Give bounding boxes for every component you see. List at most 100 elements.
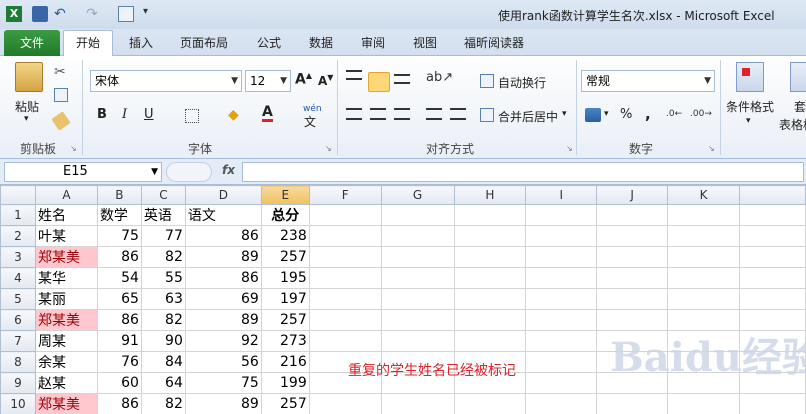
tab-page-layout[interactable]: 页面布局 (176, 33, 232, 56)
percent-button[interactable]: % (620, 107, 632, 122)
cell-e[interactable]: 197 (260, 288, 310, 311)
cell-empty[interactable] (596, 225, 669, 248)
cell-empty[interactable] (667, 204, 741, 227)
cell-d[interactable]: 86 (184, 225, 262, 248)
conditional-formatting-button[interactable]: 条件格式 (726, 98, 774, 115)
column-header-j[interactable]: J (596, 185, 669, 206)
cell-empty[interactable] (525, 309, 598, 332)
row-header[interactable]: 4 (0, 267, 36, 290)
cell-empty[interactable] (739, 288, 806, 311)
cell-d[interactable]: 75 (184, 372, 262, 395)
column-header-h[interactable]: H (453, 185, 527, 206)
cell-empty[interactable] (380, 309, 455, 332)
cell-e[interactable]: 199 (260, 372, 310, 395)
cell-empty[interactable] (596, 246, 669, 269)
cell-c[interactable]: 84 (140, 351, 186, 374)
column-header-b[interactable]: B (96, 185, 142, 206)
cell-empty[interactable] (596, 393, 669, 414)
column-header-d[interactable]: D (184, 185, 262, 206)
row-header[interactable]: 7 (0, 330, 36, 353)
accounting-icon[interactable] (585, 108, 601, 122)
cell-a[interactable]: 郑某美 (34, 246, 98, 269)
formula-buttons[interactable] (166, 162, 212, 182)
cell-e[interactable]: 273 (260, 330, 310, 353)
cell-empty[interactable] (667, 267, 741, 290)
cell-empty[interactable] (525, 204, 598, 227)
cell-e[interactable]: 195 (260, 267, 310, 290)
cell-a[interactable]: 赵某 (34, 372, 98, 395)
cell-b[interactable]: 76 (96, 351, 142, 374)
cell-b[interactable]: 86 (96, 309, 142, 332)
format-as-table-button[interactable]: 套 (794, 98, 806, 115)
column-header-f[interactable]: F (308, 185, 382, 206)
cell-empty[interactable] (596, 288, 669, 311)
align-middle-icon[interactable] (368, 72, 390, 92)
cell-empty[interactable] (739, 204, 806, 227)
cell-empty[interactable] (453, 267, 527, 290)
cell-empty[interactable] (380, 330, 455, 353)
align-right-icon[interactable] (394, 108, 410, 120)
cell-empty[interactable] (667, 225, 741, 248)
cell-empty[interactable] (453, 225, 527, 248)
cell-a[interactable]: 某丽 (34, 288, 98, 311)
cell-c[interactable]: 77 (140, 225, 186, 248)
redo-icon[interactable]: ↷ (86, 6, 102, 22)
merge-center-icon[interactable] (480, 108, 494, 122)
save-icon[interactable] (32, 6, 48, 22)
cell-empty[interactable] (308, 330, 382, 353)
tab-view[interactable]: 视图 (409, 33, 441, 56)
underline-button[interactable]: U (144, 107, 154, 122)
chevron-down-icon[interactable]: ▾ (604, 109, 609, 119)
cell-empty[interactable] (380, 246, 455, 269)
cell-empty[interactable] (596, 204, 669, 227)
format-painter-icon[interactable] (51, 111, 71, 131)
cell-empty[interactable] (453, 330, 527, 353)
borders-icon[interactable] (185, 109, 199, 123)
cell-empty[interactable] (525, 330, 598, 353)
tab-home[interactable]: 开始 (63, 30, 113, 57)
column-header-a[interactable]: A (34, 185, 98, 206)
paste-button[interactable]: 粘贴 (15, 98, 39, 115)
format-as-table-label[interactable]: 表格格 (779, 116, 806, 133)
phonetic-char[interactable]: 文 (304, 113, 316, 130)
paste-dropdown-icon[interactable]: ▾ (24, 114, 29, 124)
cell-c[interactable]: 英语 (140, 204, 186, 227)
align-top-icon[interactable] (346, 70, 362, 80)
row-header[interactable]: 1 (0, 204, 36, 227)
cell-empty[interactable] (739, 246, 806, 269)
cell-d[interactable]: 69 (184, 288, 262, 311)
cell-a[interactable]: 叶某 (34, 225, 98, 248)
paste-icon[interactable] (15, 62, 43, 92)
cell-a[interactable]: 姓名 (34, 204, 98, 227)
cell-d[interactable]: 56 (184, 351, 262, 374)
cell-b[interactable]: 60 (96, 372, 142, 395)
cell-empty[interactable] (525, 225, 598, 248)
cell-e[interactable]: 总分 (260, 204, 310, 227)
row-header[interactable]: 9 (0, 372, 36, 395)
cell-empty[interactable] (739, 393, 806, 414)
cell-a[interactable]: 某华 (34, 267, 98, 290)
cell-d[interactable]: 92 (184, 330, 262, 353)
font-size-combo[interactable]: 12 ▼ (245, 70, 291, 92)
cut-icon[interactable]: ✂ (54, 64, 66, 80)
cell-empty[interactable] (667, 393, 741, 414)
cell-empty[interactable] (453, 288, 527, 311)
cell-empty[interactable] (667, 246, 741, 269)
cell-empty[interactable] (525, 288, 598, 311)
conditional-formatting-icon[interactable] (736, 62, 764, 92)
cell-empty[interactable] (308, 309, 382, 332)
shrink-font-icon[interactable]: A▼ (318, 73, 333, 88)
align-left-icon[interactable] (346, 108, 362, 120)
cell-b[interactable]: 86 (96, 246, 142, 269)
row-header[interactable]: 8 (0, 351, 36, 374)
tab-data[interactable]: 数据 (305, 33, 337, 56)
cell-b[interactable]: 数学 (96, 204, 142, 227)
cell-empty[interactable] (308, 204, 382, 227)
cell-b[interactable]: 86 (96, 393, 142, 414)
cell-c[interactable]: 82 (140, 393, 186, 414)
name-box[interactable]: E15 ▼ (4, 162, 162, 182)
cell-d[interactable]: 86 (184, 267, 262, 290)
cell-empty[interactable] (739, 225, 806, 248)
cell-c[interactable]: 63 (140, 288, 186, 311)
cell-empty[interactable] (308, 267, 382, 290)
